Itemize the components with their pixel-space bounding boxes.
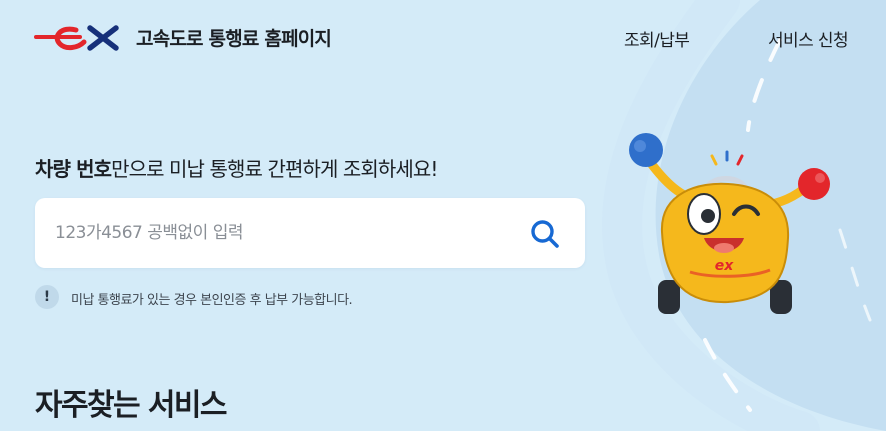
exclamation-icon: ! <box>35 285 59 309</box>
vehicle-search-box <box>35 198 585 268</box>
page-headline: 차량 번호만으로 미납 통행료 간편하게 조회하세요! <box>35 153 438 182</box>
headline-text: 만으로 미납 통행료 간편하게 조회하세요! <box>111 157 438 181</box>
site-title[interactable]: 고속도로 통행료 홈페이지 <box>136 24 332 51</box>
vehicle-number-input[interactable] <box>55 212 495 254</box>
frequent-services-title: 자주찾는 서비스 <box>35 388 227 423</box>
nav-inquiry-payment[interactable]: 조회/납부 <box>624 26 690 51</box>
ex-logo[interactable] <box>34 22 126 52</box>
mascot-car-illustration: ex <box>629 133 830 314</box>
headline-emphasis: 차량 번호 <box>35 157 112 181</box>
site-header: 고속도로 통행료 홈페이지 조회/납부 서비스 신청 <box>0 0 886 72</box>
notice-text: 미납 통행료가 있는 경우 본인인증 후 납부 가능합니다. <box>71 293 353 308</box>
mascot-badge-text: ex <box>715 258 734 274</box>
search-icon[interactable] <box>529 218 561 250</box>
nav-service-application[interactable]: 서비스 신청 <box>768 26 849 51</box>
